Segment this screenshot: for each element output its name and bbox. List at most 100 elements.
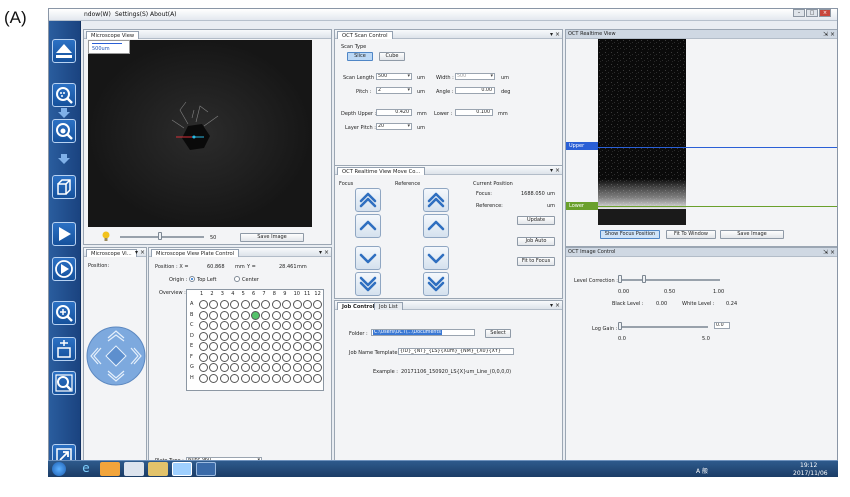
plate-well[interactable]: [303, 363, 312, 372]
media-player-icon[interactable]: [100, 462, 120, 476]
job-name-template-input[interactable]: {ID}_{NT}_{LS}{Xum}_{NM}_{X0}{XY}: [398, 348, 514, 355]
plate-well[interactable]: [271, 310, 281, 320]
plate-well[interactable]: [271, 300, 281, 309]
fit-to-window-button[interactable]: Fit To Window: [666, 230, 716, 239]
plate-well[interactable]: [303, 352, 312, 362]
plate-well[interactable]: [313, 352, 323, 362]
scan-overview-button[interactable]: [52, 83, 76, 107]
plate-well[interactable]: [230, 300, 240, 309]
brightness-slider-thumb[interactable]: [158, 232, 162, 240]
focus-double-up-button[interactable]: [355, 188, 381, 212]
plate-well[interactable]: [261, 352, 271, 362]
plate-well[interactable]: [209, 310, 219, 320]
oct-app-task-icon[interactable]: [196, 462, 216, 476]
plate-well[interactable]: [199, 342, 208, 351]
upper-marker[interactable]: Upper: [566, 142, 598, 150]
plate-well[interactable]: [209, 342, 219, 351]
black-level-thumb[interactable]: [618, 275, 622, 283]
plate-well[interactable]: [271, 363, 281, 372]
plate-well[interactable]: [199, 331, 208, 341]
plate-well[interactable]: [303, 331, 312, 341]
plate-well[interactable]: [313, 331, 323, 341]
pane-close-icon[interactable]: ▾ ×: [550, 31, 560, 38]
plate-well[interactable]: [313, 342, 323, 351]
plate-well[interactable]: [271, 352, 281, 362]
plate-well[interactable]: [303, 342, 312, 351]
plate-well[interactable]: [230, 321, 240, 330]
plate-well[interactable]: [292, 310, 302, 320]
plate-well[interactable]: [240, 300, 250, 309]
tab-microscope-view[interactable]: Microscope View: [86, 31, 140, 39]
document-icon[interactable]: [124, 462, 144, 476]
tab-scan-control[interactable]: OCT Scan Control: [337, 31, 393, 39]
plate-well[interactable]: [240, 373, 250, 383]
save-realtime-image-button[interactable]: Save Image: [720, 230, 784, 239]
lower-marker[interactable]: Lower: [566, 202, 598, 210]
explorer-icon[interactable]: [172, 462, 192, 476]
plate-well[interactable]: [251, 310, 260, 320]
plate-well[interactable]: [209, 321, 219, 330]
minimize-icon[interactable]: –: [793, 9, 805, 17]
plate-well[interactable]: [251, 300, 260, 309]
fit-to-focus-button[interactable]: Fit to Focus: [517, 257, 555, 266]
plate-well[interactable]: [240, 352, 250, 362]
pitch-input[interactable]: 2: [376, 87, 412, 94]
plate-well[interactable]: [251, 363, 260, 372]
angle-input[interactable]: 0.00: [455, 87, 495, 94]
play-sequence-button[interactable]: [52, 257, 76, 281]
maximize-icon[interactable]: □: [806, 9, 818, 17]
plate-well[interactable]: [271, 373, 281, 383]
focus-down-button[interactable]: [355, 246, 381, 270]
plate-well[interactable]: [240, 331, 250, 341]
plate-well[interactable]: [209, 363, 219, 372]
log-gain-input[interactable]: 0.0: [714, 322, 730, 329]
plate-well[interactable]: [303, 321, 312, 330]
plate-well[interactable]: [230, 363, 240, 372]
plate-well[interactable]: [282, 352, 292, 362]
plate-well[interactable]: [292, 363, 302, 372]
plate-well[interactable]: [292, 342, 302, 351]
plate-well[interactable]: [292, 321, 302, 330]
save-image-button[interactable]: Save Image: [240, 233, 304, 242]
plate-well[interactable]: [313, 373, 323, 383]
tab-microscope-vi[interactable]: Microscope Vi...: [86, 249, 137, 257]
plate-well[interactable]: [230, 331, 240, 341]
plate-well[interactable]: [261, 331, 271, 341]
plate-well[interactable]: [199, 310, 208, 320]
plate-well[interactable]: [251, 352, 260, 362]
plate-well[interactable]: [209, 300, 219, 309]
plate-well[interactable]: [292, 373, 302, 383]
plate-well[interactable]: [219, 310, 229, 320]
start-button[interactable]: [52, 462, 66, 476]
tab-move-control[interactable]: OCT Realtime View Move Co...: [337, 167, 426, 175]
plate-well[interactable]: [271, 342, 281, 351]
origin-top-left-radio[interactable]: [189, 276, 195, 282]
log-gain-thumb[interactable]: [618, 322, 622, 330]
joystick-pad[interactable]: [86, 326, 146, 386]
menu-about[interactable]: About(A): [150, 11, 177, 18]
plate-well[interactable]: [240, 310, 250, 320]
plate-well[interactable]: [230, 310, 240, 320]
zoom-in-button[interactable]: [52, 301, 76, 325]
plate-well[interactable]: [261, 321, 271, 330]
plate-well[interactable]: [219, 321, 229, 330]
plate-well[interactable]: [209, 331, 219, 341]
scan-length-input[interactable]: 500: [376, 73, 412, 80]
plate-well[interactable]: [240, 342, 250, 351]
play-button[interactable]: [52, 222, 76, 246]
plate-well[interactable]: [219, 331, 229, 341]
pane-close-icon[interactable]: ▾ ×: [550, 167, 560, 174]
brightness-slider-track[interactable]: [120, 236, 204, 238]
plate-well[interactable]: [282, 342, 292, 351]
pane-close-icon[interactable]: ⇲ ×: [823, 249, 835, 256]
tab-realtime-view[interactable]: OCT Realtime View: [568, 31, 616, 37]
plate-well[interactable]: [292, 300, 302, 309]
lower-input[interactable]: 0.100: [455, 109, 493, 116]
plate-well[interactable]: [230, 342, 240, 351]
focus-up-button[interactable]: [355, 214, 381, 238]
white-level-thumb[interactable]: [642, 275, 646, 283]
job-auto-button[interactable]: Job Auto: [517, 237, 555, 246]
plate-well[interactable]: [251, 321, 260, 330]
3d-cube-button[interactable]: [52, 175, 76, 199]
plate-well[interactable]: [282, 310, 292, 320]
